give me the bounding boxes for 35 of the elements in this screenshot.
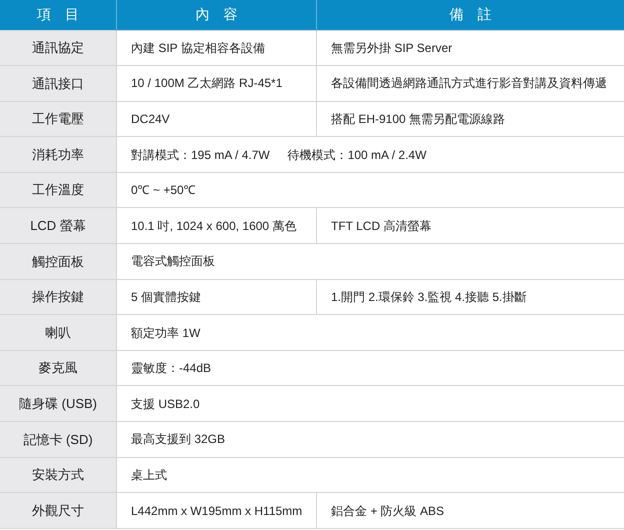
table-cell-text: 靈敏度：-44dB [131, 360, 212, 378]
table-cell: 無需另外掛 SIP Server [316, 30, 624, 66]
table-cell-text: 額定功率 1W [131, 324, 200, 342]
row-label: 記憶卡 (SD) [0, 422, 116, 458]
table-cell: 搭配 EH-9100 無需另配電源線路 [316, 101, 624, 137]
table-cell-text: 支援 USB2.0 [131, 396, 200, 413]
table-cell-text: 5 個實體按鍵 [131, 288, 202, 306]
table-cell: 各設備間透過網路通訊方式進行影音對講及資料傳遞 [316, 66, 624, 102]
row-label: 消耗功率 [0, 136, 116, 172]
table-cell-text: 10.1 吋, 1024 x 600, 1600 萬色 [131, 218, 296, 235]
row-label: 通訊接口 [0, 66, 116, 102]
table-cell: 鋁合金 + 防火級 ABS [316, 492, 624, 528]
table-cell-text: 待機模式：100 mA / 2.4W [288, 146, 426, 164]
row-label: LCD 螢幕 [0, 208, 116, 244]
row-label: 通訊協定 [0, 30, 116, 66]
table-cell: TFT LCD 高清螢幕 [316, 208, 624, 244]
table-cell-text: 最高支援到 32GB [131, 431, 226, 448]
table-cell-text: 電容式觸控面板 [131, 253, 215, 270]
row-label: 隨身碟 (USB) [0, 386, 116, 422]
row-label: 喇叭 [0, 314, 116, 350]
table-cell-text: DC24V [131, 110, 170, 128]
row-label: 工作電壓 [0, 101, 116, 137]
row-label: 外觀尺寸 [0, 492, 116, 528]
row-label: 操作按鍵 [0, 279, 116, 315]
table-cell-text: 桌上式 [131, 466, 167, 484]
table-cell: 1.開門 2.環保鈴 3.監視 4.接聽 5.掛斷 [316, 279, 624, 315]
table-cell-text: 對講模式：195 mA / 4.7W [131, 146, 270, 164]
row-label: 麥克風 [0, 350, 116, 386]
row-label: 工作溫度 [0, 172, 116, 208]
table-cell-text: 10 / 100M 乙太網路 RJ-45*1 [131, 75, 282, 92]
row-label: 觸控面板 [0, 244, 116, 280]
row-label: 安裝方式 [0, 457, 116, 493]
table-cell-text: 0℃ ~ +50℃ [131, 182, 196, 200]
table-cell-text: L442mm x W195mm x H115mm [131, 502, 302, 520]
table-cell-text: 內建 SIP 協定相容各設備 [131, 40, 265, 57]
